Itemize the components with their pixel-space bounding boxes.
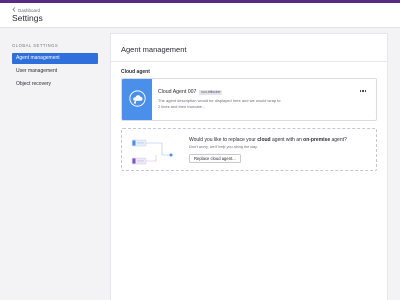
agent-name: Cloud Agent 007 bbox=[158, 89, 197, 95]
sidebar-item-agent-management[interactable]: Agent management bbox=[12, 53, 98, 64]
replace-note: Don't worry, we'll help you along the wa… bbox=[189, 145, 258, 149]
breadcrumb-link[interactable]: Dashboard bbox=[18, 8, 40, 13]
page-header: Dashboard Settings bbox=[0, 3, 400, 28]
question-bold-cloud: cloud bbox=[257, 137, 271, 143]
agent-name-row: Cloud Agent 007 non-bitlocker bbox=[158, 89, 223, 95]
section-label-cloud-agent: Cloud agent bbox=[121, 69, 150, 75]
question-text: Would you like to replace your bbox=[189, 137, 256, 143]
more-horizontal-icon[interactable] bbox=[358, 88, 368, 94]
replace-cloud-agent-button[interactable]: Replace cloud agent... bbox=[189, 154, 241, 163]
agent-card: Cloud Agent 007 non-bitlocker The agent … bbox=[121, 78, 377, 121]
question-bold-on-premise: on-premise bbox=[303, 137, 331, 143]
question-text: agent? bbox=[331, 137, 347, 143]
question-text: agent with an bbox=[272, 137, 302, 143]
divider bbox=[111, 61, 387, 62]
sidebar-item-object-recovery[interactable]: Object recovery bbox=[12, 79, 98, 90]
cloud-icon bbox=[128, 89, 146, 112]
page-title: Settings bbox=[12, 13, 43, 23]
replace-question: Would you like to replace your cloud age… bbox=[189, 137, 347, 143]
agent-icon-tile bbox=[122, 79, 152, 120]
sidebar-heading: GLOBAL SETTINGS bbox=[12, 43, 59, 48]
main-panel: Agent management Cloud agent Cloud Agent… bbox=[110, 33, 388, 300]
sidebar: GLOBAL SETTINGS Agent management User ma… bbox=[12, 43, 98, 92]
main-title: Agent management bbox=[121, 45, 187, 54]
status-badge: non-bitlocker bbox=[199, 89, 223, 95]
replace-agent-card: Would you like to replace your cloud age… bbox=[121, 128, 377, 171]
sidebar-item-user-management[interactable]: User management bbox=[12, 66, 98, 77]
agent-migration-illustration bbox=[131, 139, 173, 165]
agent-description: The agent description would be displayed… bbox=[158, 98, 281, 109]
